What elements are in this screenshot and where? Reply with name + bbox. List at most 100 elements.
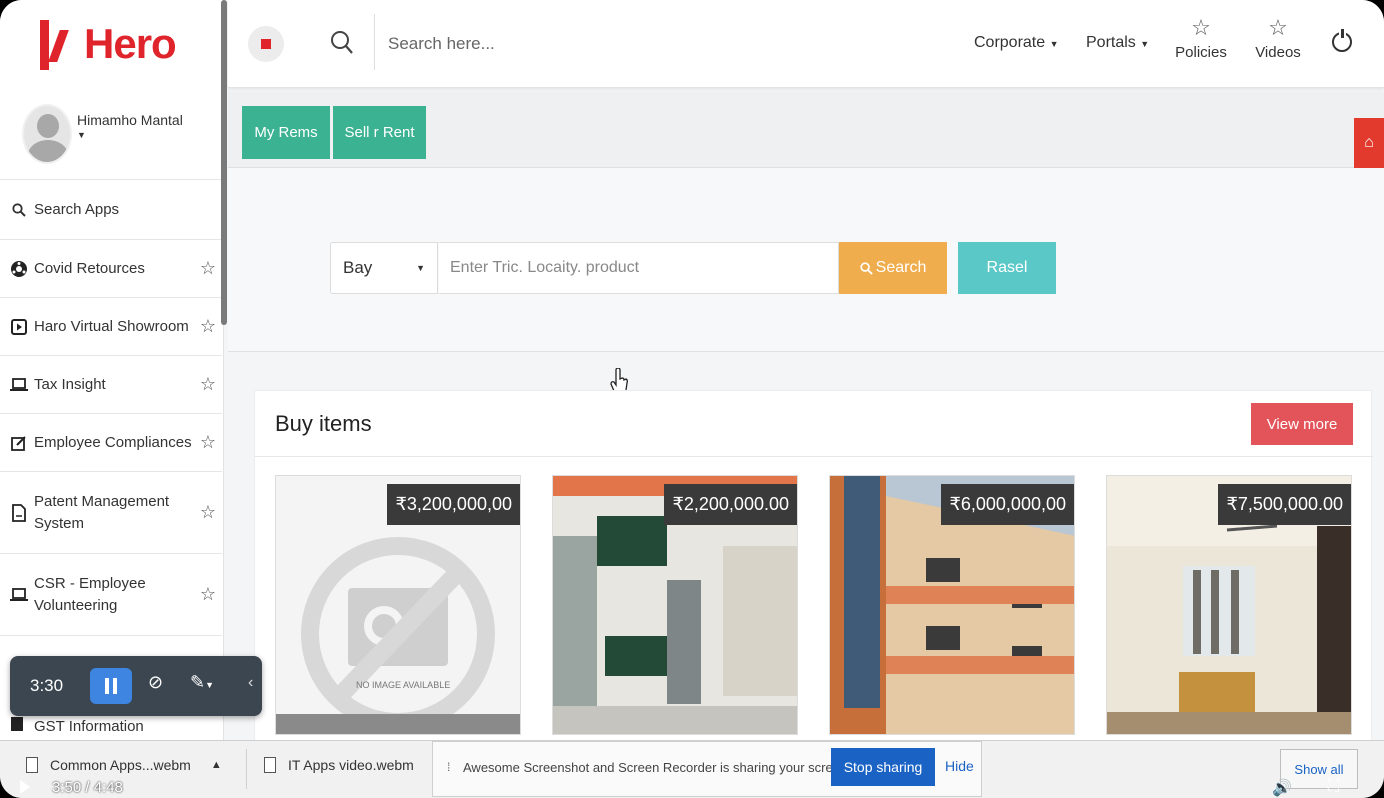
sidebar-item-tax-insight[interactable]: Tax Insight ☆ bbox=[0, 356, 222, 414]
favorite-star-icon[interactable]: ☆ bbox=[194, 432, 222, 453]
listing-card[interactable]: ₹6,000,000,00 bbox=[829, 475, 1075, 735]
listing-card[interactable]: ₹7,500,000.00 bbox=[1106, 475, 1352, 735]
reset-button[interactable]: Rasel bbox=[958, 242, 1056, 294]
nav-portals-dropdown[interactable]: Portals ▼ bbox=[1086, 34, 1149, 52]
nav-videos-label: Videos bbox=[1255, 44, 1301, 61]
search-button[interactable]: Search bbox=[839, 242, 947, 294]
buy-items-title: Buy items bbox=[275, 411, 372, 436]
avatar bbox=[22, 104, 72, 164]
listing-price: ₹2,200,000.00 bbox=[664, 484, 797, 525]
sidebar-item-patent-management[interactable]: Patent Management System ☆ bbox=[0, 472, 222, 554]
nav-corporate-dropdown[interactable]: Corporate ▼ bbox=[974, 34, 1059, 52]
search-icon bbox=[10, 201, 28, 219]
mic-off-icon[interactable]: ✎▼ bbox=[190, 672, 214, 693]
listing-card[interactable]: NO IMAGE AVAILABLE ₹3,200,000,00 bbox=[275, 475, 521, 735]
download-item[interactable]: Common Apps...webm ▲ bbox=[26, 757, 222, 773]
download-filename: IT Apps video.webm bbox=[288, 757, 414, 773]
caret-down-icon: ▼ bbox=[1140, 39, 1150, 49]
hero-logo[interactable]: Hero bbox=[0, 0, 224, 88]
document-icon bbox=[10, 503, 28, 522]
top-header: Corporate ▼ Portals ▼ ☆ Policies ☆ Video… bbox=[228, 0, 1384, 88]
search-button-label: Search bbox=[875, 259, 927, 276]
power-icon[interactable] bbox=[1332, 29, 1352, 52]
listing-price: ₹3,200,000,00 bbox=[387, 484, 520, 525]
sidebar-scrollbar[interactable] bbox=[221, 0, 227, 325]
volume-icon[interactable]: 🔊 bbox=[1272, 778, 1292, 798]
sidebar-item-covid[interactable]: Covid Retources ☆ bbox=[0, 240, 222, 298]
header-divider bbox=[374, 14, 375, 70]
sidebar-search-label: Search Apps bbox=[34, 200, 120, 218]
locality-search-input[interactable] bbox=[439, 242, 839, 294]
search-icon bbox=[860, 261, 873, 275]
file-icon bbox=[264, 757, 276, 773]
sidebar-item-csr[interactable]: CSR - Employee Volunteering ☆ bbox=[0, 554, 222, 636]
app-window: Hero Himamho Mantal ▼ Search Apps Covid … bbox=[0, 0, 1384, 798]
search-icon[interactable] bbox=[330, 30, 354, 56]
nav-policies[interactable]: ☆ Policies bbox=[1171, 15, 1231, 62]
listing-price: ₹6,000,000,00 bbox=[941, 484, 1074, 525]
sidebar-item-label: Haro Virtual Showroom bbox=[34, 317, 189, 335]
tab-strip: My Rems Sell r Rent bbox=[228, 92, 1384, 168]
laptop-icon bbox=[10, 586, 28, 604]
favorite-star-icon[interactable]: ☆ bbox=[194, 584, 222, 605]
sidebar-item-label: Covid Retources bbox=[34, 259, 145, 277]
menu-toggle-button[interactable] bbox=[248, 26, 284, 62]
caret-down-icon[interactable]: ▼ bbox=[77, 130, 183, 140]
sidebar-item-label: GST Information bbox=[34, 717, 144, 735]
mode-select-value: Bay bbox=[343, 258, 373, 277]
home-icon[interactable]: ⌂ bbox=[1354, 118, 1384, 168]
sidebar-item-label: Tax Insight bbox=[34, 375, 106, 393]
stop-sharing-button[interactable]: Stop sharing bbox=[831, 748, 935, 786]
nav-portals-label: Portals bbox=[1086, 34, 1136, 51]
sidebar-item-employee-compliances[interactable]: Employee Compliances ☆ bbox=[0, 414, 222, 472]
profile-name: Himamho Mantal bbox=[77, 112, 183, 128]
marketplace-search-panel: Bay ▼ Search Rasel bbox=[228, 168, 1384, 352]
buy-items-header: Buy items View more bbox=[255, 391, 1373, 457]
caret-down-icon: ▼ bbox=[1049, 39, 1059, 49]
favorite-star-icon[interactable]: ☆ bbox=[194, 258, 222, 279]
recorder-widget: 3:30 ⊘ ✎▼ ‹ bbox=[10, 656, 262, 716]
file-icon bbox=[26, 757, 38, 773]
nav-corporate-label: Corporate bbox=[974, 34, 1046, 51]
download-item[interactable]: IT Apps video.webm bbox=[264, 757, 414, 773]
play-icon[interactable] bbox=[20, 780, 30, 794]
pause-button[interactable] bbox=[90, 668, 132, 704]
collapse-chevron-icon[interactable]: ‹ bbox=[248, 674, 253, 692]
logo-text: Hero bbox=[84, 20, 177, 67]
fullscreen-icon[interactable]: ⛶ bbox=[1328, 778, 1339, 796]
video-time: 3:50 / 4:48 bbox=[52, 779, 123, 796]
star-icon: ☆ bbox=[1191, 15, 1211, 40]
nav-policies-label: Policies bbox=[1175, 44, 1227, 61]
favorite-star-icon[interactable]: ☆ bbox=[194, 374, 222, 395]
favorite-star-icon[interactable]: ☆ bbox=[194, 502, 222, 523]
global-search-input[interactable] bbox=[388, 30, 788, 58]
virus-icon bbox=[10, 260, 28, 278]
view-more-button[interactable]: View more bbox=[1251, 403, 1353, 445]
sidebar-item-gst[interactable]: GST Information bbox=[0, 712, 222, 740]
sidebar-item-label: Patent Management System bbox=[34, 492, 170, 532]
edit-icon bbox=[10, 434, 28, 452]
download-filename: Common Apps...webm bbox=[50, 757, 191, 773]
video-icon bbox=[10, 318, 28, 336]
sidebar-search-apps[interactable]: Search Apps bbox=[0, 180, 222, 240]
nav-videos[interactable]: ☆ Videos bbox=[1248, 16, 1308, 62]
listing-card[interactable]: ₹2,200,000.00 bbox=[552, 475, 798, 735]
mode-select[interactable]: Bay ▼ bbox=[330, 242, 438, 294]
drag-handle-icon[interactable]: ⁞ bbox=[447, 760, 450, 774]
hide-button[interactable]: Hide bbox=[945, 758, 974, 774]
buy-items-card: Buy items View more NO IMAGE AVAILABLE ₹… bbox=[254, 390, 1373, 750]
chevron-up-icon[interactable]: ▲ bbox=[211, 759, 222, 771]
tab-sell-rent[interactable]: Sell r Rent bbox=[333, 106, 426, 159]
share-message: Awesome Screenshot and Screen Recorder i… bbox=[463, 760, 851, 775]
screen-share-bar: ⁞ Awesome Screenshot and Screen Recorder… bbox=[432, 741, 982, 797]
listing-price: ₹7,500,000.00 bbox=[1218, 484, 1351, 525]
recording-timer: 3:30 bbox=[30, 676, 64, 695]
camera-off-icon[interactable]: ⊘ bbox=[148, 672, 163, 693]
downloads-bar: Common Apps...webm ▲ IT Apps video.webm … bbox=[0, 740, 1384, 798]
favorite-star-icon[interactable]: ☆ bbox=[194, 316, 222, 337]
sidebar: Hero Himamho Mantal ▼ Search Apps Covid … bbox=[0, 0, 224, 740]
laptop-icon bbox=[10, 376, 28, 394]
sidebar-item-virtual-showroom[interactable]: Haro Virtual Showroom ☆ bbox=[0, 298, 222, 356]
user-profile[interactable]: Himamho Mantal ▼ bbox=[0, 88, 222, 180]
tab-my-items[interactable]: My Rems bbox=[242, 106, 330, 159]
